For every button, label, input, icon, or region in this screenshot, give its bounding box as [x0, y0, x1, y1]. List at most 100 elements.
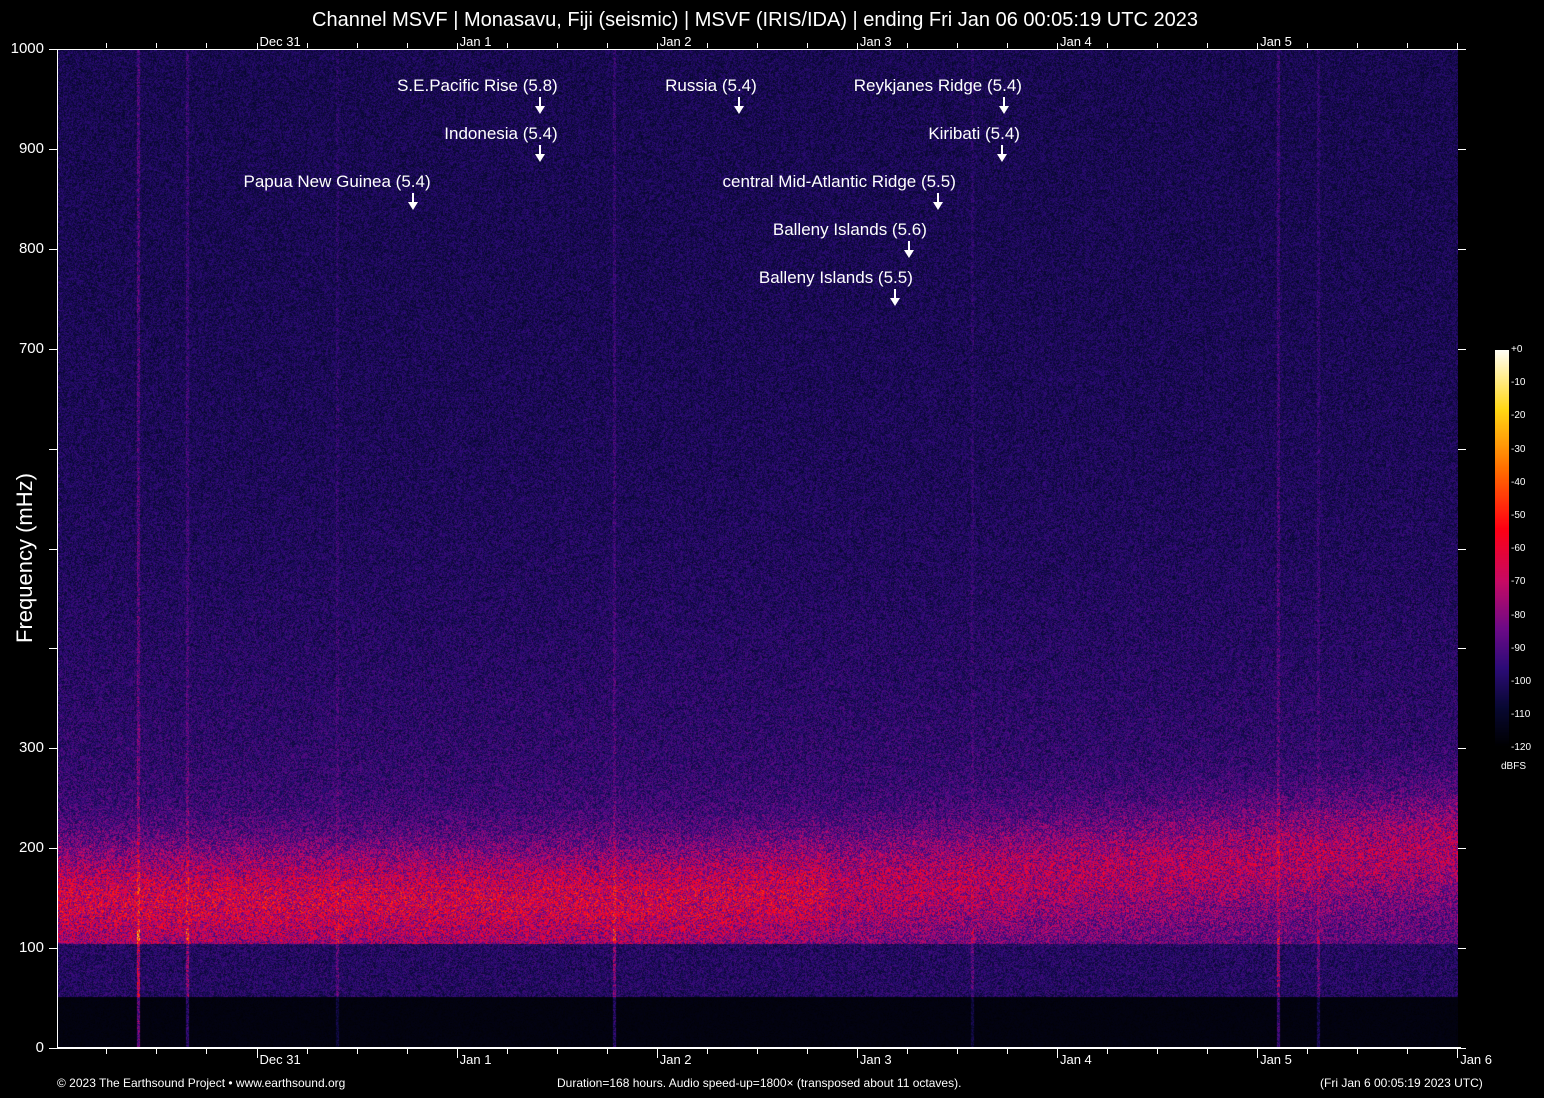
y-tick-label: 300 — [18, 739, 44, 757]
x-tick-top — [506, 43, 508, 48]
y-tick-right — [1458, 248, 1466, 250]
end-time: (Fri Jan 6 00:05:19 2023 UTC) — [1320, 1076, 1483, 1090]
x-tick-major — [656, 1048, 658, 1058]
duration-info: Duration=168 hours. Audio speed-up=1800×… — [557, 1076, 962, 1090]
y-tick-left — [49, 848, 57, 850]
x-tick-top — [356, 43, 358, 48]
y-tick-right — [1458, 448, 1466, 450]
colorbar-unit: dBFS — [1501, 761, 1527, 772]
x-tick-top — [406, 43, 408, 48]
x-tick-top — [306, 43, 308, 48]
x-tick-minor — [1207, 1048, 1209, 1054]
colorbar-tick-label: -80 — [1511, 609, 1526, 621]
x-tick-top — [706, 43, 708, 48]
x-tick-minor — [1006, 1048, 1008, 1054]
x-tick-minor — [1357, 1048, 1359, 1054]
x-tick-major — [256, 1048, 258, 1058]
x-tick-label-bottom: Jan 3 — [859, 1052, 892, 1067]
colorbar-tick-label: -40 — [1511, 476, 1526, 488]
y-tick-left — [49, 348, 57, 350]
x-tick-top — [1307, 43, 1309, 48]
y-tick-right — [1458, 49, 1466, 50]
x-tick-label-bottom: Jan 1 — [459, 1052, 492, 1067]
y-axis-label: Frequency (mHz) — [12, 473, 37, 643]
x-tick-top — [756, 43, 758, 48]
x-tick-minor — [1157, 1048, 1159, 1054]
x-tick-top — [1407, 43, 1409, 48]
x-tick-top — [806, 43, 808, 48]
x-tick-major — [856, 1048, 858, 1058]
event-label: Indonesia (5.4) — [444, 124, 558, 143]
x-tick-label-top: Dec 31 — [259, 34, 301, 49]
x-tick-top — [1457, 43, 1459, 49]
x-tick-top — [1157, 43, 1159, 48]
x-tick-minor — [706, 1048, 708, 1054]
x-tick-minor — [756, 1048, 758, 1054]
x-tick-minor — [606, 1048, 608, 1054]
y-tick-right — [1458, 948, 1466, 950]
x-tick-top — [1056, 43, 1058, 49]
y-tick-left — [49, 248, 57, 250]
x-tick-top — [206, 43, 208, 48]
x-tick-label-bottom: Jan 5 — [1260, 1052, 1292, 1067]
y-tick-right — [1458, 548, 1466, 550]
y-tick-right — [1458, 848, 1466, 850]
x-tick-top — [1207, 43, 1209, 48]
x-tick-top — [1257, 43, 1259, 49]
y-tick-left — [49, 648, 57, 650]
colorbar-tick-label: -90 — [1511, 642, 1526, 654]
colorbar-tick-label: +0 — [1511, 344, 1523, 355]
colorbar-tick-label: -20 — [1511, 410, 1526, 422]
colorbar-tick-label: -100 — [1511, 676, 1532, 687]
colorbar-tick-label: -10 — [1511, 377, 1526, 389]
event-label: Reykjanes Ridge (5.4) — [853, 76, 1022, 95]
chart-title: Channel MSVF | Monasavu, Fiji (seismic) … — [312, 9, 1198, 31]
colorbar-tick-label: -110 — [1511, 709, 1531, 721]
y-tick-left — [49, 448, 57, 450]
x-tick-major — [456, 1048, 458, 1058]
y-tick-label: 1000 — [10, 40, 44, 57]
y-tick-label: 900 — [18, 139, 44, 157]
y-tick-right — [1458, 148, 1466, 150]
copyright: © 2023 The Earthsound Project • www.eart… — [57, 1076, 346, 1090]
x-tick-top — [656, 43, 658, 49]
y-tick-left — [49, 748, 57, 750]
x-tick-label-top: Jan 5 — [1260, 34, 1292, 49]
x-tick-minor — [206, 1048, 208, 1054]
x-tick-label-bottom: Jan 2 — [659, 1052, 692, 1067]
x-tick-minor — [506, 1048, 508, 1054]
y-tick-right — [1458, 348, 1466, 350]
x-tick-major — [1056, 1048, 1058, 1058]
x-tick-minor — [156, 1048, 158, 1054]
x-tick-minor — [906, 1048, 908, 1054]
y-tick-label: 100 — [18, 939, 44, 957]
x-tick-top — [106, 43, 108, 48]
x-axis-line — [57, 1047, 1461, 1049]
y-tick-label: 200 — [18, 839, 44, 857]
x-tick-label-top: Jan 2 — [659, 34, 692, 49]
x-tick-top — [1357, 43, 1359, 48]
y-tick-label: 0 — [35, 1039, 44, 1056]
event-label: Russia (5.4) — [665, 76, 757, 95]
event-label: central Mid-Atlantic Ridge (5.5) — [722, 172, 956, 191]
x-tick-top — [456, 43, 458, 49]
x-tick-top — [256, 43, 258, 49]
event-label: Balleny Islands (5.5) — [758, 268, 913, 287]
x-tick-major — [1457, 1048, 1459, 1058]
x-tick-minor — [356, 1048, 358, 1054]
y-tick-right — [1458, 648, 1466, 650]
x-tick-top — [606, 43, 608, 48]
plot-frame — [57, 49, 1458, 1048]
x-tick-major — [1257, 1048, 1259, 1058]
colorbar-tick-label: -50 — [1511, 510, 1526, 521]
x-tick-label-top: Jan 3 — [859, 34, 892, 49]
x-tick-minor — [1106, 1048, 1108, 1054]
x-tick-minor — [806, 1048, 808, 1054]
event-label: Balleny Islands (5.6) — [772, 220, 927, 239]
x-tick-minor — [406, 1048, 408, 1054]
x-tick-label-top: Jan 4 — [1059, 34, 1092, 49]
y-tick-left — [49, 148, 57, 150]
x-tick-minor — [306, 1048, 308, 1054]
x-tick-label-bottom: Jan 6 — [1460, 1052, 1492, 1067]
event-label: S.E.Pacific Rise (5.8) — [397, 76, 558, 95]
